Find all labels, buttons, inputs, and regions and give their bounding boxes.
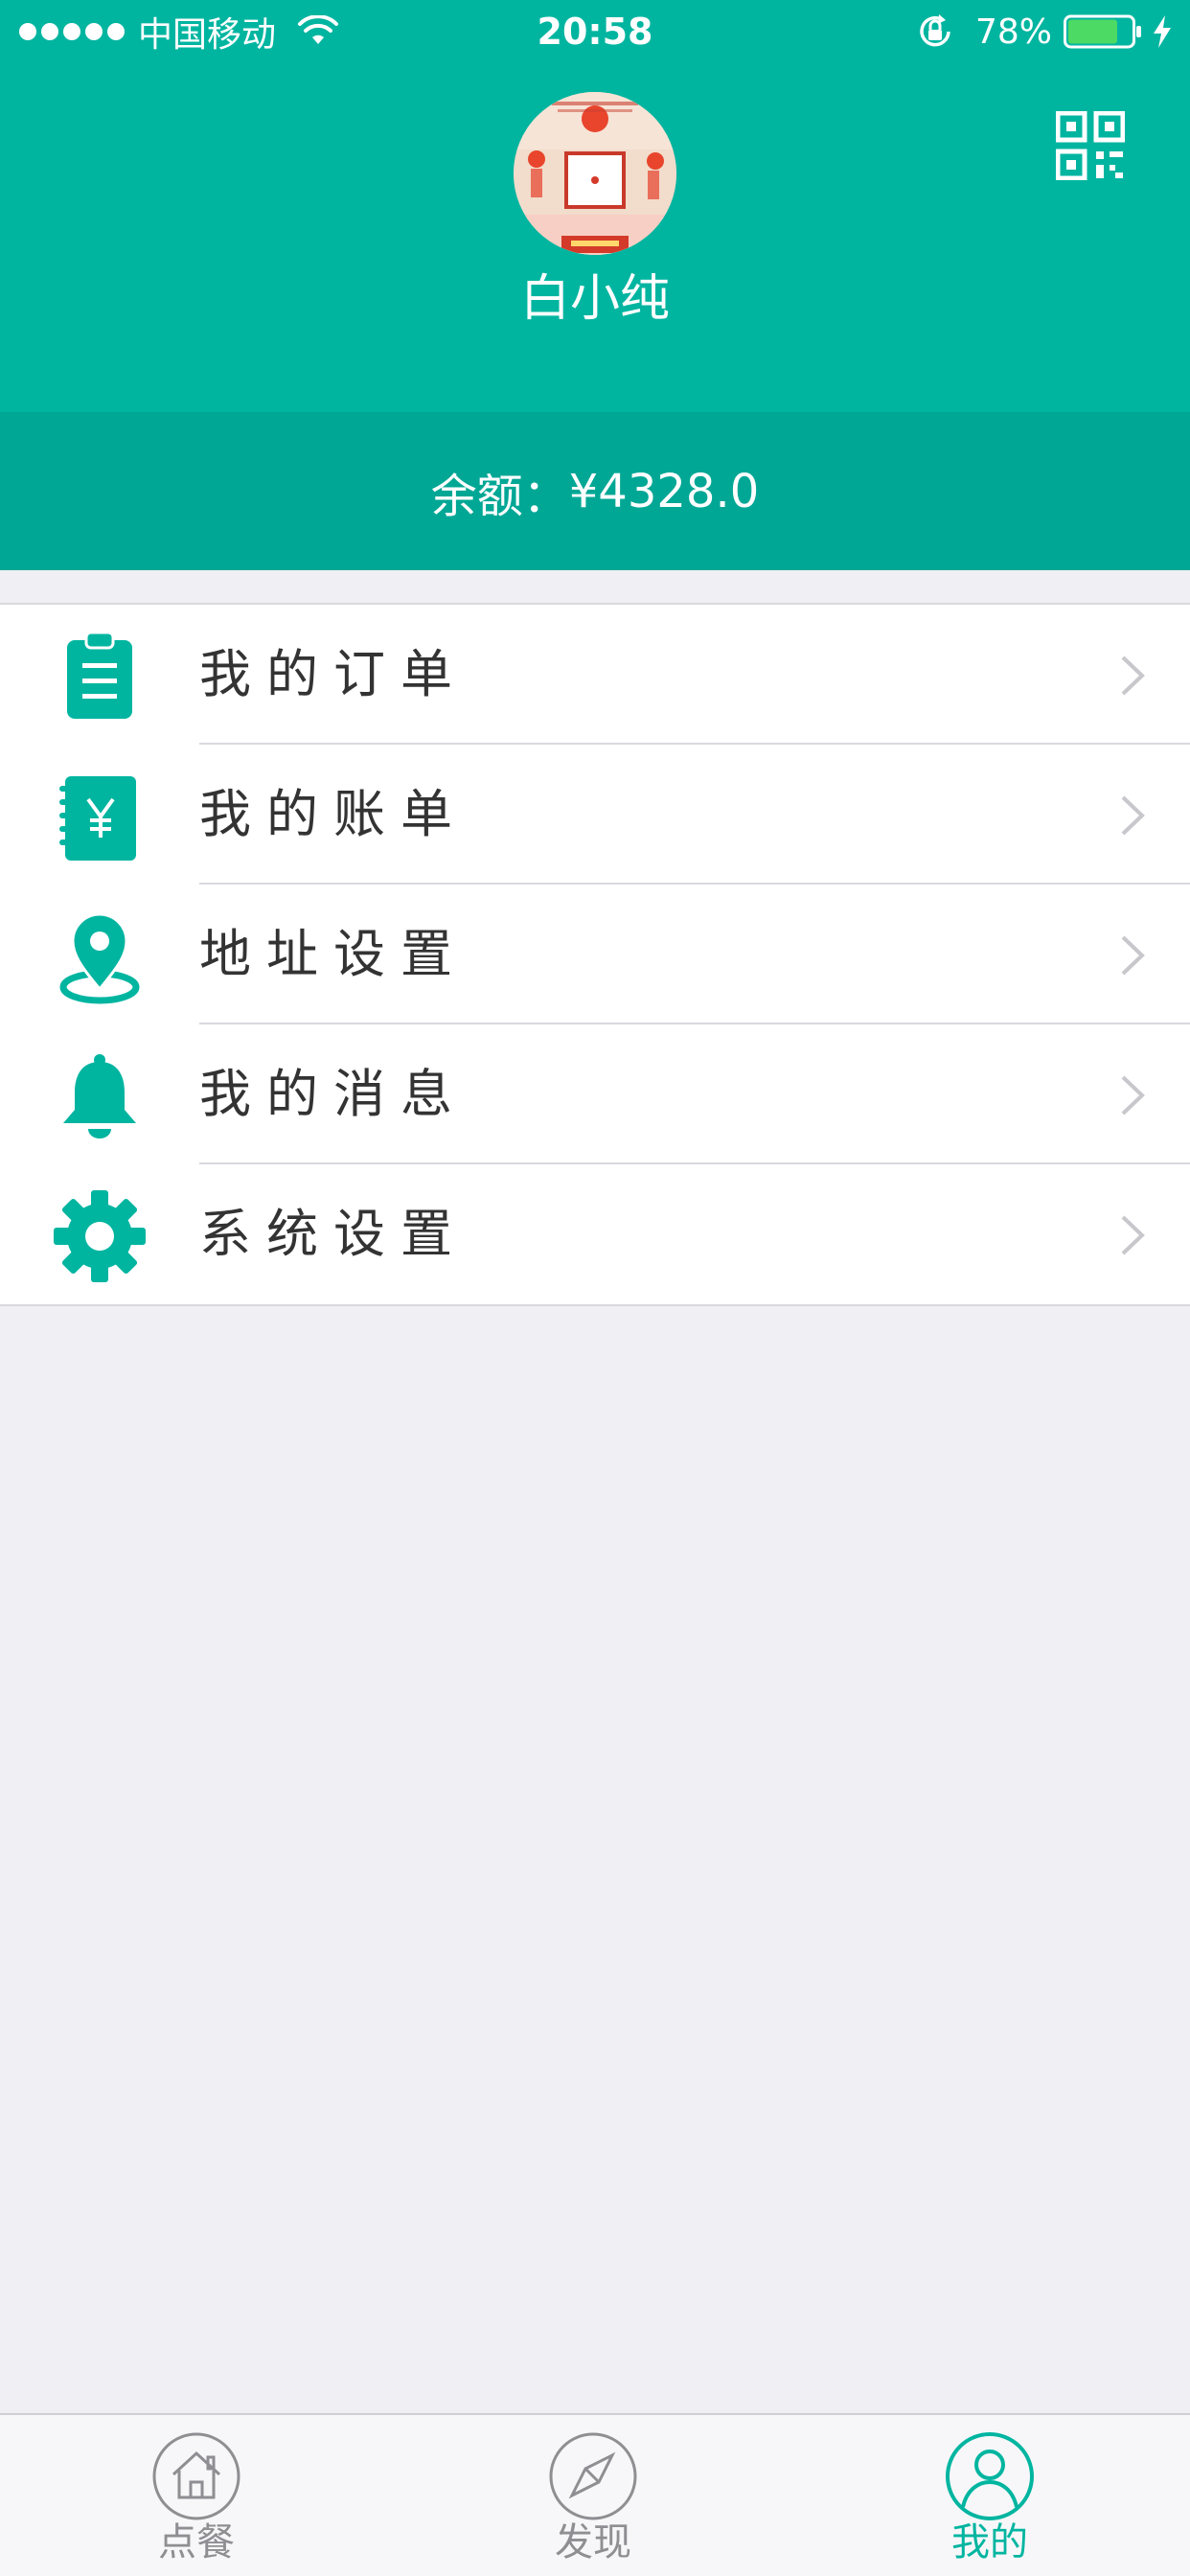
battery-icon <box>1064 14 1141 49</box>
menu-item-bills[interactable]: 我的账单 <box>0 745 1190 885</box>
bill-icon <box>52 769 148 864</box>
username: 白小纯 <box>519 270 670 328</box>
status-right: 78% <box>916 10 1173 54</box>
menu-label-bills: 我的账单 <box>199 784 468 844</box>
tab-label-mine: 我的 <box>951 2520 1028 2564</box>
profile-header: 中国移动 20:58 78% 白小纯 <box>0 0 1190 412</box>
tab-mine[interactable]: 我的 <box>894 2415 1086 2576</box>
menu-list: 我的订单 我的账单 地址设置 我的消息 系统设置 <box>0 603 1190 1306</box>
tab-label-order: 点餐 <box>158 2520 235 2564</box>
compass-icon <box>549 2432 637 2520</box>
avatar-image <box>514 92 676 255</box>
rotation-lock-icon <box>920 14 950 47</box>
chevron-right-icon <box>1121 1075 1145 1116</box>
qr-code-icon <box>1055 110 1126 181</box>
home-icon <box>152 2432 240 2520</box>
tab-label-discover: 发现 <box>555 2520 631 2564</box>
avatar[interactable] <box>514 92 676 255</box>
tab-discover[interactable]: 发现 <box>497 2415 689 2576</box>
menu-item-messages[interactable]: 我的消息 <box>0 1024 1190 1164</box>
chevron-right-icon <box>1121 656 1145 696</box>
charging-bolt-icon <box>1154 15 1171 48</box>
balance-bar[interactable]: 余额： ¥4328.0 <box>0 412 1190 570</box>
gear-icon <box>52 1188 148 1284</box>
menu-label-settings: 系统设置 <box>199 1204 468 1264</box>
menu-item-address[interactable]: 地址设置 <box>0 885 1190 1024</box>
battery-percentage: 78% <box>974 12 1052 52</box>
chevron-right-icon <box>1121 935 1145 976</box>
bell-icon <box>52 1048 148 1144</box>
qr-code-button[interactable] <box>1055 110 1126 181</box>
profile-icon <box>946 2432 1034 2520</box>
chevron-right-icon <box>1121 795 1145 836</box>
tab-order[interactable]: 点餐 <box>101 2415 292 2576</box>
location-pin-icon <box>52 908 148 1004</box>
menu-label-address: 地址设置 <box>199 924 468 984</box>
chevron-right-icon <box>1121 1215 1145 1255</box>
clipboard-icon <box>52 629 148 724</box>
menu-item-settings[interactable]: 系统设置 <box>0 1164 1190 1304</box>
balance-label: 余额： <box>430 469 569 523</box>
menu-item-orders[interactable]: 我的订单 <box>0 605 1190 745</box>
menu-label-messages: 我的消息 <box>199 1064 468 1124</box>
tab-bar: 点餐 发现 我的 <box>0 2413 1190 2576</box>
balance-amount: ¥4328.0 <box>568 464 760 518</box>
status-bar: 中国移动 20:58 78% <box>0 0 1190 63</box>
menu-label-orders: 我的订单 <box>199 644 468 704</box>
